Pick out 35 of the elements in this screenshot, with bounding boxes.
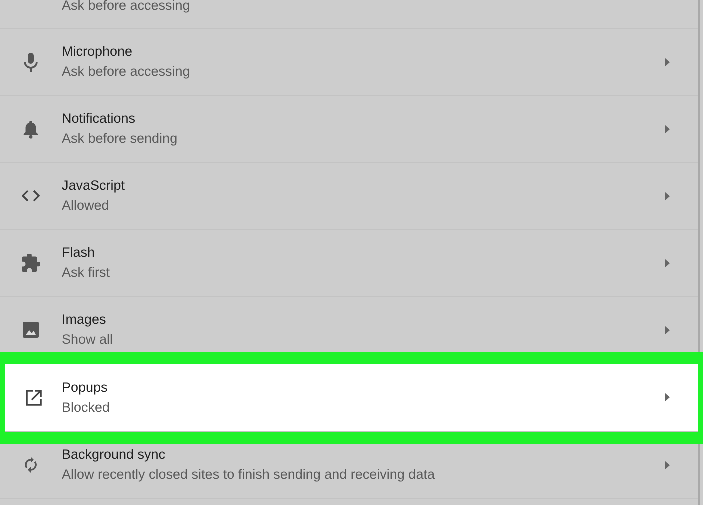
chevron-icon	[665, 326, 670, 334]
open-in-new-icon	[26, 390, 42, 406]
setting-status: Ask before accessing	[62, 0, 192, 15]
chevron-icon	[665, 192, 670, 200]
setting-status: Ask before sending	[62, 130, 179, 148]
setting-title: Popups	[62, 378, 109, 397]
setting-status: Ask first	[62, 264, 112, 282]
settings-row[interactable]: Ask before accessing	[0, 0, 698, 29]
image-icon	[23, 322, 39, 338]
code-icon	[22, 190, 40, 202]
setting-status: Allow recently closed sites to finish sending and receiving data	[62, 466, 436, 484]
settings-row[interactable]: Background sync Allow recently closed sites to finish sending and receiving data	[0, 432, 698, 499]
settings-row[interactable]: Microphone Ask before accessing	[0, 29, 698, 96]
chevron-icon	[665, 258, 670, 268]
sync-icon	[24, 456, 38, 474]
setting-title: Microphone	[62, 43, 134, 61]
chevron-icon	[665, 460, 670, 470]
microphone-icon	[24, 52, 38, 72]
chevron-icon	[665, 393, 670, 402]
setting-title: Flash	[62, 244, 96, 262]
setting-title: Notifications	[62, 110, 137, 128]
settings-row[interactable]: Flash Ask first	[0, 230, 698, 297]
setting-title: Images	[62, 311, 108, 329]
chevron-icon	[665, 58, 670, 66]
chevron-icon	[665, 124, 670, 134]
bell-icon	[23, 120, 39, 138]
settings-row[interactable]: Notifications Ask before sending	[0, 96, 698, 163]
settings-row[interactable]: JavaScript Allowed	[0, 163, 698, 230]
setting-title: Background sync	[62, 446, 167, 464]
setting-title: JavaScript	[62, 177, 126, 195]
setting-status: Allowed	[62, 197, 110, 215]
setting-status: Show all	[62, 331, 114, 349]
puzzle-icon	[22, 254, 40, 272]
setting-status: Blocked	[62, 398, 112, 416]
setting-status: Ask before accessing	[62, 63, 192, 81]
